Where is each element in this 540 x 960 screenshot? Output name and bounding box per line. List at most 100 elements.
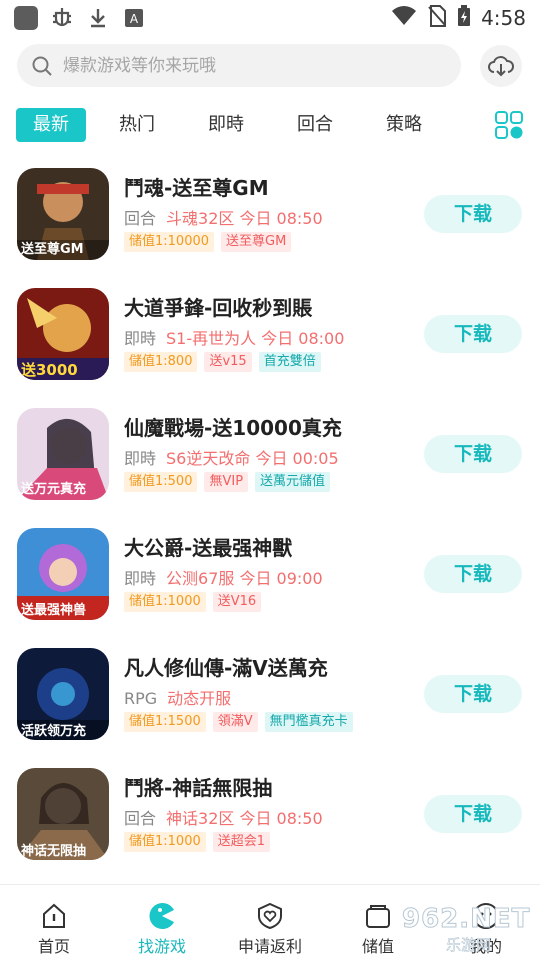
game-meta: 回合 斗魂32区 今日 08:50	[124, 205, 323, 229]
game-icon-caption: 送3000	[21, 361, 78, 379]
game-title: 凡人修仙傳-滿V送萬充	[124, 656, 328, 680]
nav-label: 储值	[361, 937, 394, 956]
game-tag: 無門檻真充卡	[264, 712, 353, 732]
game-icon: 送3000	[17, 288, 109, 380]
game-icon: 送至尊GM	[17, 168, 109, 260]
cloud-download-icon	[488, 56, 514, 77]
nav-home[interactable]: 首页	[0, 885, 108, 960]
wifi-icon	[391, 6, 417, 30]
game-tag: 無VIP	[204, 472, 249, 492]
game-tag: 送V16	[212, 592, 262, 612]
bug-icon	[50, 6, 74, 30]
game-tag: 储值1:10000	[124, 232, 215, 252]
download-button[interactable]: 下载	[424, 795, 522, 833]
game-title: 大公爵-送最强神獸	[124, 536, 293, 560]
clock: 4:58	[481, 6, 526, 30]
download-button[interactable]: 下载	[424, 435, 522, 473]
search-icon	[32, 56, 52, 76]
game-meta: 即時 S6逆天改命 今日 00:05	[124, 445, 339, 469]
nav-label: 首页	[37, 937, 70, 956]
game-title: 仙魔戰場-送10000真充	[124, 416, 342, 440]
battery-charging-icon	[457, 5, 471, 31]
game-meta: RPG 动态开服	[124, 685, 231, 709]
svg-text:A: A	[130, 12, 139, 26]
pacman-icon	[149, 903, 174, 929]
game-type: 即時	[124, 569, 157, 588]
nav-label: 找游戏	[137, 937, 186, 956]
game-row[interactable]: 神话无限抽 鬥將-神話無限抽 回合 神话32区 今日 08:50 儲值1:1000…	[0, 760, 540, 880]
search-input[interactable]	[63, 55, 423, 76]
game-server: 公测67服 今日 09:00	[166, 569, 323, 588]
game-type: 即時	[124, 449, 157, 468]
game-tag: 儲值1:800	[124, 352, 198, 372]
nav-find-games[interactable]: 找游戏	[108, 885, 216, 960]
game-server: S1-再世为人 今日 08:00	[166, 329, 345, 348]
game-tag: 首充雙倍	[258, 352, 321, 372]
game-server: 神话32区 今日 08:50	[166, 809, 323, 828]
game-icon: 送万元真充	[17, 408, 109, 500]
download-manager-button[interactable]	[480, 45, 522, 87]
game-tags: 儲值1:1000 送超会1	[124, 832, 271, 852]
wallet-icon	[366, 905, 390, 928]
tab-hot[interactable]: 热门	[117, 107, 157, 143]
tab-latest[interactable]: 最新	[16, 108, 86, 142]
game-tags: 儲值1:800 送v15 首充雙倍	[124, 352, 321, 372]
game-icon: 活跃领万充	[17, 648, 109, 740]
game-row[interactable]: 活跃领万充 凡人修仙傳-滿V送萬充 RPG 动态开服 儲值1:1500 領滿V 無…	[0, 640, 540, 760]
watermark-subtitle: 乐游网	[446, 936, 492, 955]
game-tag: 储值1:1000	[124, 592, 206, 612]
game-server: 斗魂32区 今日 08:50	[166, 209, 323, 228]
game-title: 大道爭鋒-回收秒到賬	[124, 296, 313, 320]
game-tag: 送v15	[204, 352, 252, 372]
game-title: 鬥魂-送至尊GM	[124, 176, 269, 200]
game-type: 回合	[124, 809, 157, 828]
game-server: 动态开服	[167, 689, 232, 708]
game-tag: 送萬元儲值	[255, 472, 331, 492]
game-icon-caption: 送最强神兽	[21, 603, 87, 618]
app-notification-icon	[14, 6, 38, 30]
game-tags: 儲值1:1500 領滿V 無門檻真充卡	[124, 712, 353, 732]
category-grid-button[interactable]	[494, 110, 524, 140]
game-tag: 送至尊GM	[221, 232, 292, 252]
game-tag: 領滿V	[212, 712, 258, 732]
nav-label: 申请返利	[237, 937, 302, 956]
download-button[interactable]: 下载	[424, 675, 522, 713]
game-tags: 儲值1:500 無VIP 送萬元儲值	[124, 472, 331, 492]
game-row[interactable]: 送至尊GM 鬥魂-送至尊GM 回合 斗魂32区 今日 08:50 储值1:1000…	[0, 160, 540, 280]
tab-turn-based[interactable]: 回合	[295, 107, 335, 143]
game-meta: 即時 公测67服 今日 09:00	[124, 565, 323, 589]
search-row	[0, 44, 540, 88]
game-tag: 送超会1	[212, 832, 271, 852]
tab-realtime[interactable]: 即時	[206, 107, 246, 143]
home-icon	[43, 903, 65, 928]
game-meta: 回合 神话32区 今日 08:50	[124, 805, 323, 829]
download-button[interactable]: 下载	[424, 555, 522, 593]
game-title: 鬥將-神話無限抽	[124, 776, 273, 800]
watermark-logo: 962.NET	[401, 904, 531, 935]
game-meta: 即時 S1-再世为人 今日 08:00	[124, 325, 344, 349]
game-type: 回合	[124, 209, 157, 228]
game-tag: 儲值1:1000	[124, 832, 206, 852]
nav-rebate[interactable]: 申请返利	[216, 885, 324, 960]
game-tag: 儲值1:1500	[124, 712, 206, 732]
keyboard-a-icon: A	[122, 6, 146, 30]
game-icon-caption: 送至尊GM	[21, 242, 84, 257]
download-button[interactable]: 下载	[424, 195, 522, 233]
game-server: S6逆天改命 今日 00:05	[166, 449, 339, 468]
download-icon	[86, 6, 110, 30]
search-bar[interactable]	[17, 44, 461, 87]
game-icon: 神话无限抽	[17, 768, 109, 860]
game-tags: 储值1:10000 送至尊GM	[124, 232, 292, 252]
status-bar: A 4:58	[0, 0, 540, 36]
game-icon-caption: 神话无限抽	[21, 844, 87, 859]
no-sim-icon	[427, 5, 447, 31]
game-row[interactable]: 送万元真充 仙魔戰場-送10000真充 即時 S6逆天改命 今日 00:05 儲值…	[0, 400, 540, 520]
game-type: RPG	[124, 689, 158, 708]
game-icon-caption: 活跃领万充	[21, 724, 87, 739]
game-row[interactable]: 送3000 大道爭鋒-回收秒到賬 即時 S1-再世为人 今日 08:00 儲值1:…	[0, 280, 540, 400]
game-row[interactable]: 送最强神兽 大公爵-送最强神獸 即時 公测67服 今日 09:00 储值1:100…	[0, 520, 540, 640]
download-button[interactable]: 下载	[424, 315, 522, 353]
game-tags: 储值1:1000 送V16	[124, 592, 262, 612]
tab-strategy[interactable]: 策略	[384, 107, 424, 143]
game-icon: 送最强神兽	[17, 528, 109, 620]
